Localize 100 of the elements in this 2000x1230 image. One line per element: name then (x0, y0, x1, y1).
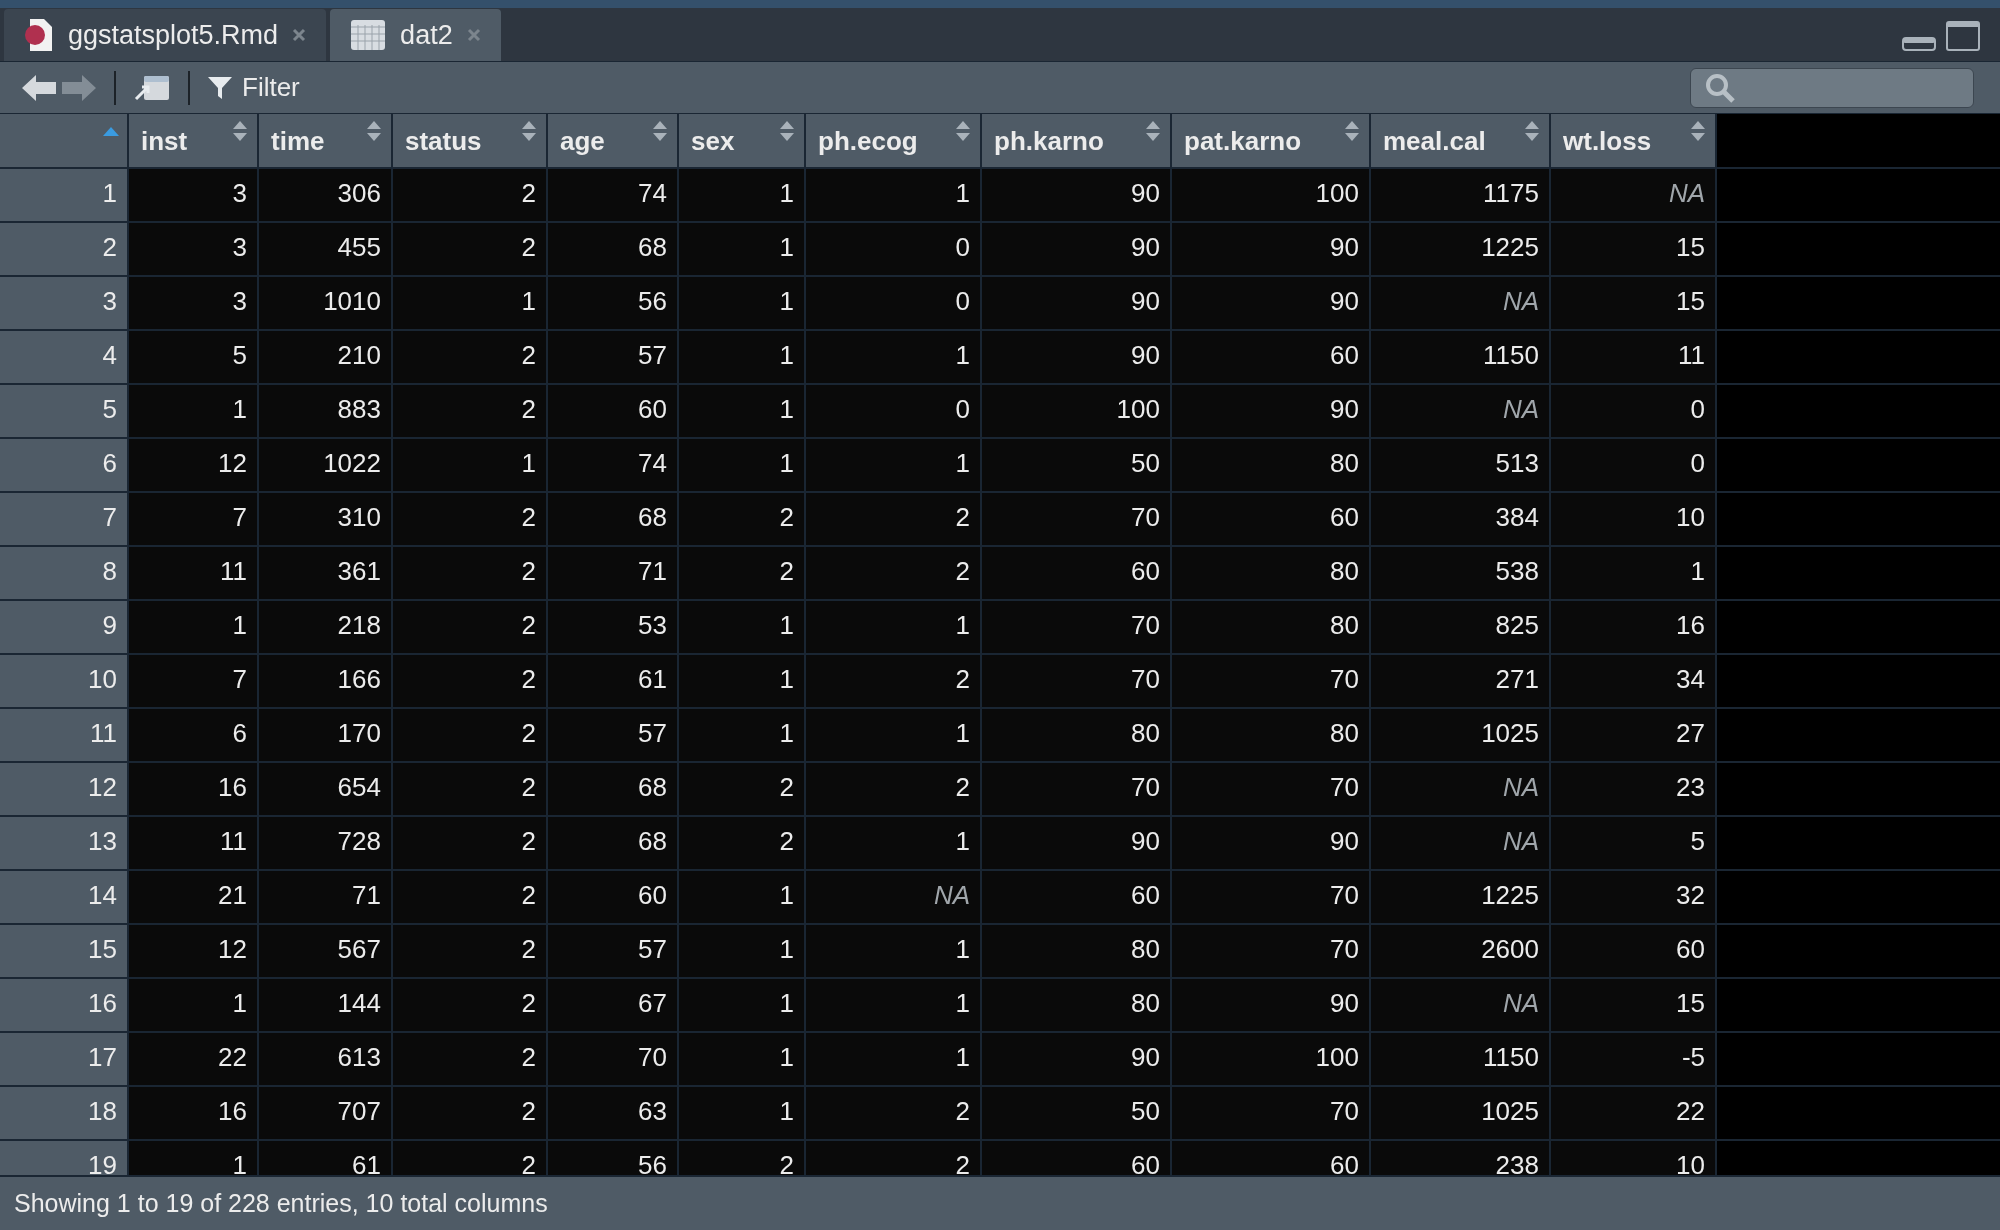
table-cell: 90 (982, 277, 1172, 329)
table-cell: 455 (259, 223, 393, 275)
table-cell: 170 (259, 709, 393, 761)
table-cell: 74 (548, 439, 679, 491)
table-cell: 90 (982, 223, 1172, 275)
table-cell: 22 (1551, 1087, 1717, 1139)
row-number: 19 (0, 1141, 129, 1175)
column-header[interactable]: inst (129, 114, 259, 167)
table-cell: 1 (129, 601, 259, 653)
filter-button[interactable]: Filter (208, 68, 300, 107)
table-cell: 90 (982, 1033, 1172, 1085)
table-cell: 16 (129, 763, 259, 815)
table-cell: 0 (806, 385, 982, 437)
editor-tab[interactable]: ggstatsplot5.Rmd (4, 9, 327, 61)
table-cell: 56 (548, 1141, 679, 1175)
back-arrow-icon[interactable] (22, 73, 56, 102)
table-cell: NA (806, 871, 982, 923)
table-cell: NA (1371, 277, 1551, 329)
row-number: 5 (0, 385, 129, 437)
sort-icon[interactable] (1525, 120, 1539, 142)
sort-icon[interactable] (780, 120, 794, 142)
popout-window-icon[interactable] (134, 74, 170, 101)
row-number: 16 (0, 979, 129, 1031)
table-cell: 1 (393, 277, 548, 329)
table-cell: 1022 (259, 439, 393, 491)
table-cell: NA (1371, 979, 1551, 1031)
table-cell: 60 (982, 547, 1172, 599)
sort-icon[interactable] (1691, 120, 1705, 142)
column-header[interactable]: age (548, 114, 679, 167)
table-cell: 2 (393, 169, 548, 221)
table-cell: 2 (393, 925, 548, 977)
table-cell: 2 (679, 493, 806, 545)
row-number: 17 (0, 1033, 129, 1085)
column-header[interactable]: ph.karno (982, 114, 1172, 167)
column-header[interactable]: pat.karno (1172, 114, 1371, 167)
filter-icon (208, 75, 232, 100)
table-cell: 15 (1551, 223, 1717, 275)
table-cell: 306 (259, 169, 393, 221)
sort-ascending-icon[interactable] (103, 126, 119, 136)
sort-icon[interactable] (367, 120, 381, 142)
sort-icon[interactable] (1345, 120, 1359, 142)
table-cell: 50 (982, 1087, 1172, 1139)
column-header[interactable]: sex (679, 114, 806, 167)
maximize-icon[interactable] (1946, 21, 1980, 51)
row-number: 6 (0, 439, 129, 491)
table-cell: 21 (129, 871, 259, 923)
column-header[interactable]: status (393, 114, 548, 167)
table-cell: 71 (548, 547, 679, 599)
table-cell: 1 (806, 817, 982, 869)
table-cell: 12 (129, 439, 259, 491)
table-cell: 1 (806, 979, 982, 1031)
column-header[interactable]: meal.cal (1371, 114, 1551, 167)
table-cell: 7 (129, 493, 259, 545)
minimize-icon[interactable] (1902, 37, 1936, 51)
sort-icon[interactable] (653, 120, 667, 142)
editor-tab[interactable]: dat2 (330, 9, 501, 61)
table-cell: 80 (982, 979, 1172, 1031)
forward-arrow-icon[interactable] (62, 73, 96, 102)
table-cell: 2 (806, 1087, 982, 1139)
column-header[interactable]: time (259, 114, 393, 167)
table-cell: 80 (1172, 709, 1371, 761)
sort-icon[interactable] (956, 120, 970, 142)
search-field[interactable] (1690, 67, 1974, 108)
sort-icon[interactable] (233, 120, 247, 142)
row-number: 2 (0, 223, 129, 275)
table-cell: 53 (548, 601, 679, 653)
table-cell: 60 (982, 871, 1172, 923)
row-number: 3 (0, 277, 129, 329)
search-icon (1705, 72, 1735, 103)
table-cell: 1 (679, 871, 806, 923)
table-cell: 1 (129, 385, 259, 437)
table-cell: NA (1371, 763, 1551, 815)
table-cell: 271 (1371, 655, 1551, 707)
table-cell: 57 (548, 925, 679, 977)
table-cell: 11 (129, 547, 259, 599)
table-cell: 310 (259, 493, 393, 545)
row-number: 7 (0, 493, 129, 545)
table-cell: 2 (393, 385, 548, 437)
document-icon (24, 18, 54, 52)
table-cell: 50 (982, 439, 1172, 491)
column-header[interactable]: ph.ecog (806, 114, 982, 167)
close-icon[interactable] (292, 28, 307, 42)
table-cell: 16 (1551, 601, 1717, 653)
table-cell: 3 (129, 223, 259, 275)
table-cell: 70 (982, 763, 1172, 815)
column-header[interactable]: wt.loss (1551, 114, 1717, 167)
table-cell: 11 (129, 817, 259, 869)
table-cell: 68 (548, 223, 679, 275)
table-cell: 166 (259, 655, 393, 707)
table-cell: 90 (1172, 223, 1371, 275)
table-cell: 70 (548, 1033, 679, 1085)
sort-icon[interactable] (1146, 120, 1160, 142)
table-cell: 60 (1172, 1141, 1371, 1175)
table-cell: NA (1371, 385, 1551, 437)
sort-icon[interactable] (522, 120, 536, 142)
table-cell: 0 (1551, 385, 1717, 437)
close-icon[interactable] (466, 28, 481, 42)
table-cell: 70 (982, 493, 1172, 545)
table-cell: 210 (259, 331, 393, 383)
table-cell: 1150 (1371, 331, 1551, 383)
